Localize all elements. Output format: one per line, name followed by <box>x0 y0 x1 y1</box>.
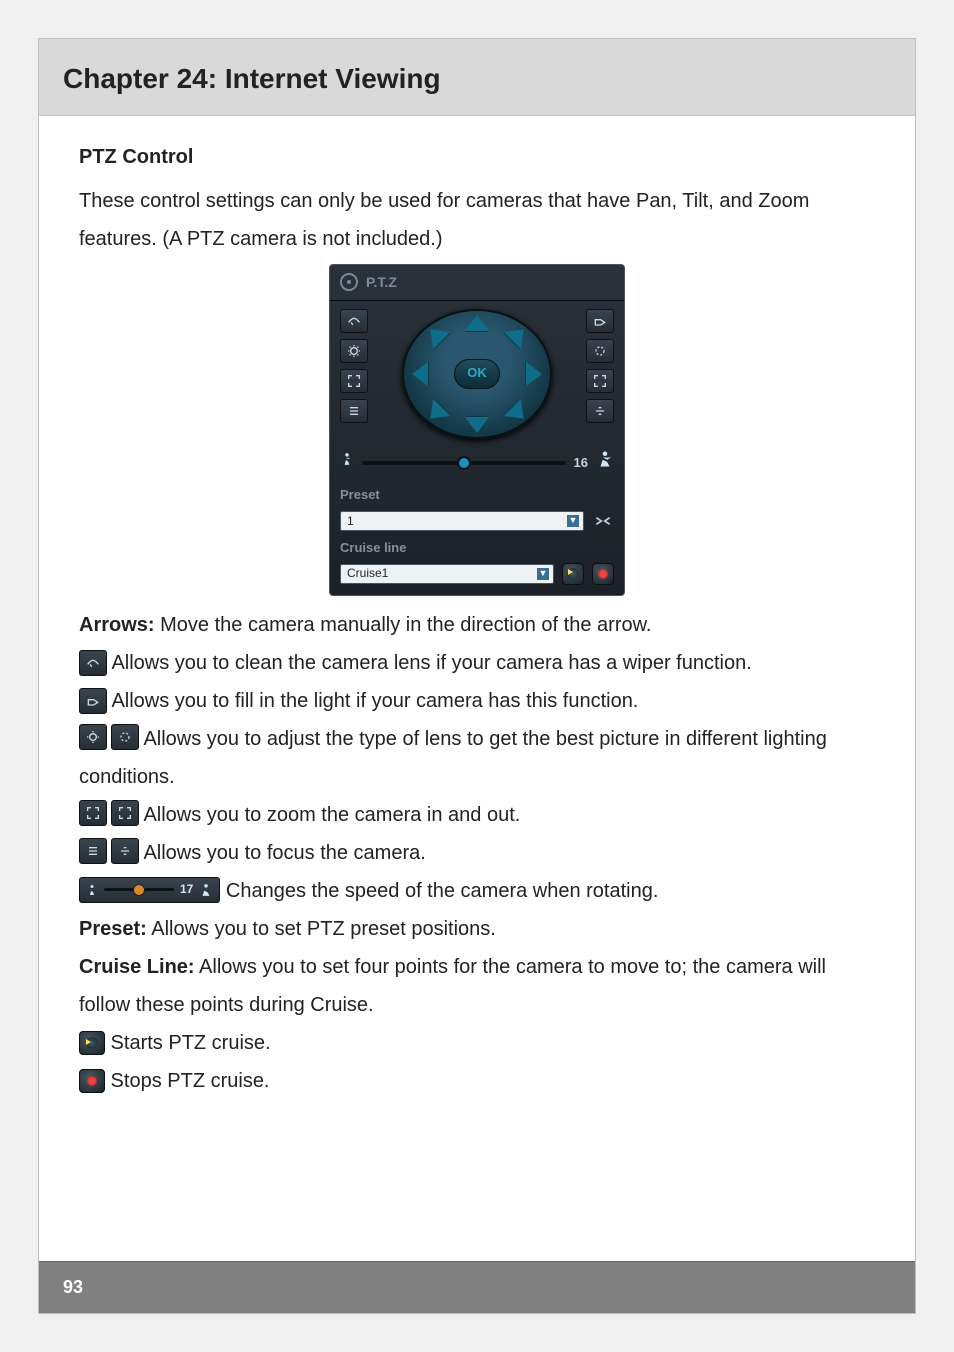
speed-value: 16 <box>574 451 588 476</box>
ptz-panel-header: P.T.Z <box>330 265 624 301</box>
speed-desc: 17 Changes the speed of the camera when … <box>79 872 875 910</box>
zoom-out-icon <box>79 800 107 826</box>
light-icon <box>79 688 107 714</box>
chapter-header: Chapter 24: Internet Viewing <box>39 39 915 116</box>
arrow-down[interactable] <box>465 417 489 433</box>
focus-desc: Allows you to focus the camera. <box>79 834 875 872</box>
preset-field: Preset 1 ▼ <box>330 481 624 534</box>
target-icon <box>340 273 358 291</box>
goto-preset-icon[interactable] <box>592 510 614 532</box>
speed-desc-text: Changes the speed of the camera when rot… <box>220 880 658 902</box>
ptz-panel-body: OK <box>330 301 624 443</box>
focus-far-icon <box>111 838 139 864</box>
chapter-title: Chapter 24: Internet Viewing <box>63 63 891 95</box>
focus-near-icon <box>79 838 107 864</box>
cruise-field: Cruise line Cruise1 ▼ <box>330 534 624 587</box>
arrow-left[interactable] <box>412 362 428 386</box>
speed-inline-value: 17 <box>180 878 193 901</box>
zoom-out-icon[interactable] <box>340 369 368 393</box>
preset-label: Preset <box>340 483 614 508</box>
preset-desc-text: Allows you to set PTZ preset positions. <box>147 918 496 940</box>
iris-open-icon[interactable] <box>340 339 368 363</box>
speed-slider[interactable] <box>362 461 566 465</box>
intro-text: These control settings can only be used … <box>79 182 875 258</box>
light-icon[interactable] <box>586 309 614 333</box>
arrow-up[interactable] <box>465 315 489 331</box>
direction-pad: OK <box>402 309 552 439</box>
cruise-desc: Cruise Line: Allows you to set four poin… <box>79 948 875 1024</box>
start-cruise-text: Starts PTZ cruise. <box>105 1032 271 1054</box>
start-cruise-icon <box>79 1031 105 1055</box>
focus-near-icon[interactable] <box>340 399 368 423</box>
wiper-icon[interactable] <box>340 309 368 333</box>
ptz-panel-title: P.T.Z <box>366 269 397 296</box>
zoom-desc: Allows you to zoom the camera in and out… <box>79 796 875 834</box>
speed-slider-inline: 17 <box>79 877 220 903</box>
cruise-value: Cruise1 <box>347 562 388 585</box>
arrow-right[interactable] <box>526 362 542 386</box>
preset-select[interactable]: 1 ▼ <box>340 511 584 531</box>
person-small-icon <box>340 451 354 476</box>
preset-value: 1 <box>347 510 354 533</box>
stop-cruise-button[interactable] <box>592 563 614 585</box>
iris-desc: Allows you to adjust the type of lens to… <box>79 720 875 796</box>
cruise-select[interactable]: Cruise1 ▼ <box>340 564 554 584</box>
arrows-desc: Arrows: Move the camera manually in the … <box>79 606 875 644</box>
left-icon-column <box>340 309 368 423</box>
stop-cruise-text: Stops PTZ cruise. <box>105 1070 270 1092</box>
wiper-desc-text: Allows you to clean the camera lens if y… <box>107 652 752 674</box>
preset-desc: Preset: Allows you to set PTZ preset pos… <box>79 910 875 948</box>
right-icon-column <box>586 309 614 423</box>
iris-open-icon <box>79 724 107 750</box>
focus-desc-text: Allows you to focus the camera. <box>139 842 426 864</box>
person-large-icon <box>596 449 614 478</box>
light-desc: Allows you to fill in the light if your … <box>79 682 875 720</box>
speed-slider-row: 16 <box>330 443 624 482</box>
stop-cruise-desc: Stops PTZ cruise. <box>79 1062 875 1100</box>
arrows-desc-label: Arrows: <box>79 614 155 636</box>
iris-desc-text: Allows you to adjust the type of lens to… <box>79 728 827 788</box>
ptz-panel-figure: P.T.Z <box>329 264 625 596</box>
zoom-in-icon[interactable] <box>586 369 614 393</box>
preset-desc-label: Preset: <box>79 918 147 940</box>
section-title: PTZ Control <box>79 138 875 176</box>
arrows-desc-text: Move the camera manually in the directio… <box>155 614 652 636</box>
chevron-down-icon: ▼ <box>537 568 549 580</box>
chevron-down-icon: ▼ <box>567 515 579 527</box>
start-cruise-desc: Starts PTZ cruise. <box>79 1024 875 1062</box>
stop-cruise-icon <box>79 1069 105 1093</box>
wiper-desc: Allows you to clean the camera lens if y… <box>79 644 875 682</box>
ptz-panel: P.T.Z <box>329 264 625 596</box>
zoom-desc-text: Allows you to zoom the camera in and out… <box>139 804 520 826</box>
content-area: PTZ Control These control settings can o… <box>39 116 915 1100</box>
iris-close-icon <box>111 724 139 750</box>
cruise-label: Cruise line <box>340 536 614 561</box>
focus-far-icon[interactable] <box>586 399 614 423</box>
page-footer: 93 <box>39 1261 915 1313</box>
ok-button[interactable]: OK <box>454 359 500 389</box>
zoom-in-icon <box>111 800 139 826</box>
page: Chapter 24: Internet Viewing PTZ Control… <box>38 38 916 1314</box>
page-number: 93 <box>63 1277 83 1298</box>
wiper-icon <box>79 650 107 676</box>
iris-close-icon[interactable] <box>586 339 614 363</box>
description-list: Arrows: Move the camera manually in the … <box>79 606 875 1100</box>
light-desc-text: Allows you to fill in the light if your … <box>107 690 638 712</box>
cruise-desc-label: Cruise Line: <box>79 956 195 978</box>
start-cruise-button[interactable] <box>562 563 584 585</box>
